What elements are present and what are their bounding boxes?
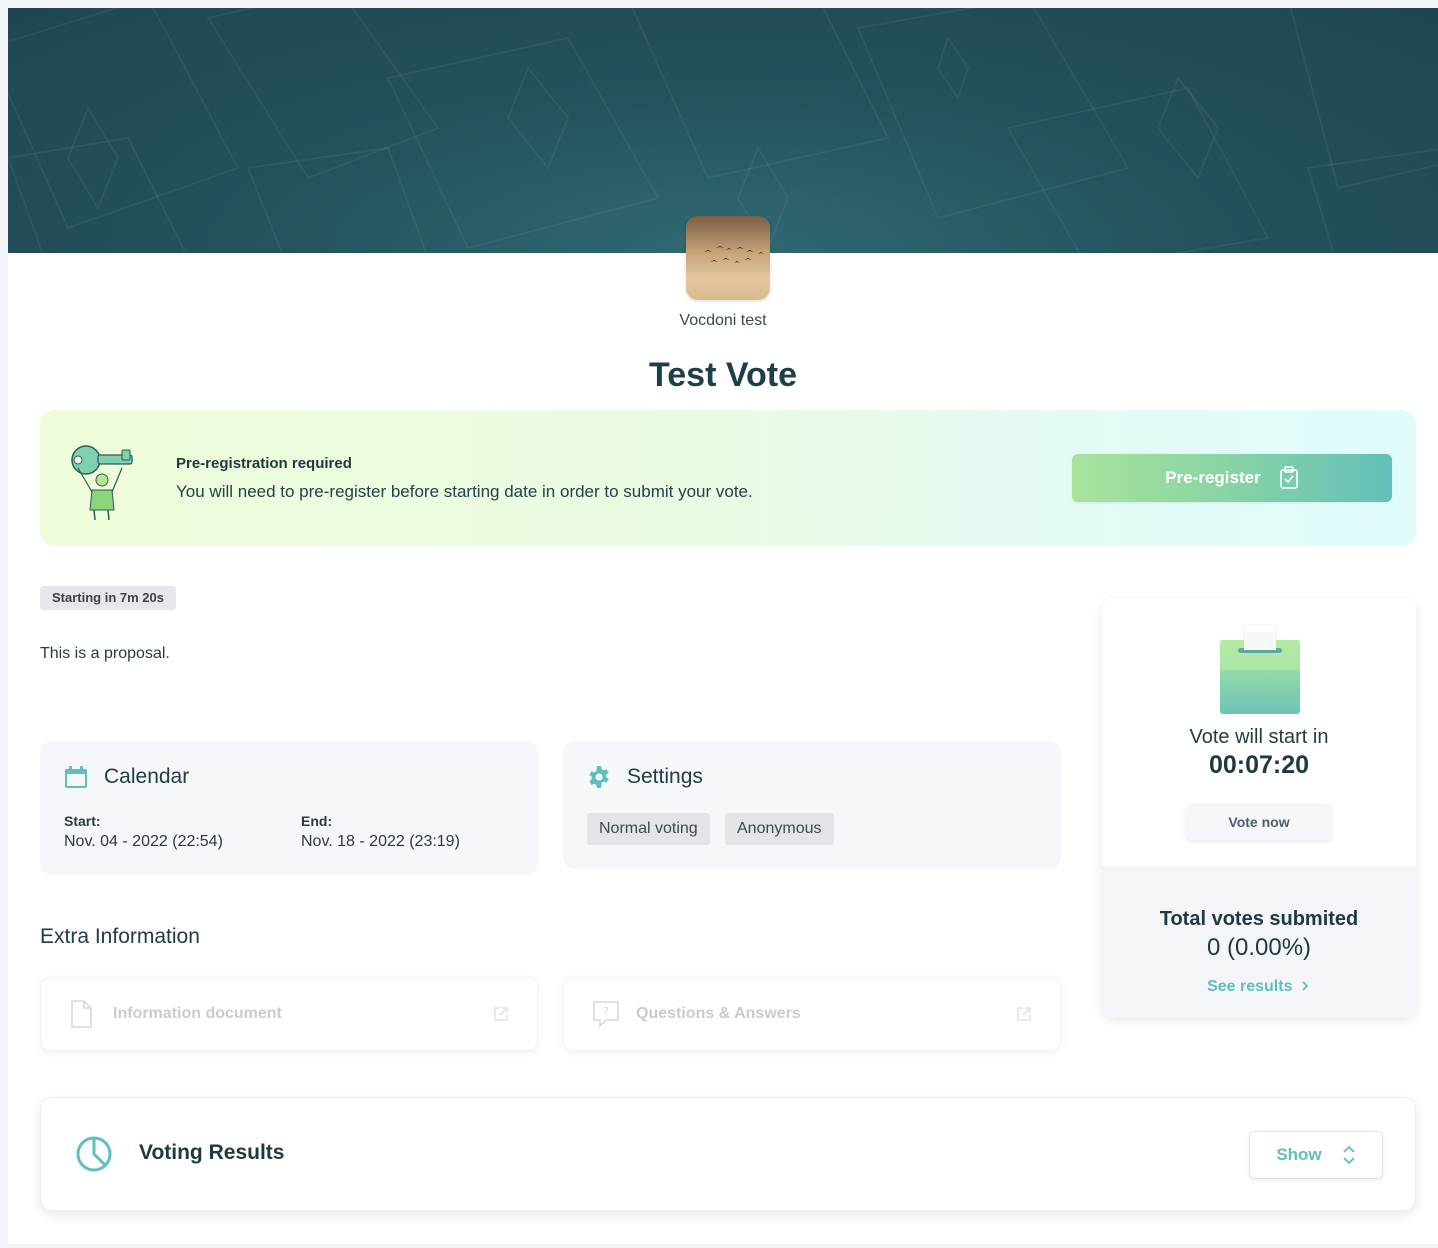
see-results-link[interactable]: See results — [1102, 978, 1416, 996]
see-results-label: See results — [1207, 978, 1293, 995]
settings-card: Settings Normal voting Anonymous — [563, 741, 1061, 869]
end-label: End: — [301, 813, 333, 829]
external-link-icon — [494, 1007, 508, 1021]
clock-pie-icon — [76, 1136, 112, 1172]
vote-totals-section: Total votes submited 0 (0.00%) See resul… — [1102, 866, 1416, 1018]
question-bubble-icon: ? — [593, 1001, 619, 1028]
birds-image — [704, 246, 764, 263]
ballot-box-icon — [1220, 624, 1300, 714]
extra-information-title: Extra Information — [40, 925, 200, 948]
total-votes-title: Total votes submited — [1159, 908, 1359, 930]
show-label: Show — [1276, 1145, 1322, 1164]
questions-answers-link[interactable]: ? Questions & Answers — [563, 977, 1061, 1051]
organization-name[interactable]: Vocdoni test — [8, 312, 1438, 330]
prereg-title: Pre-registration required — [176, 455, 352, 472]
vote-now-button[interactable]: Vote now — [1186, 804, 1332, 840]
tag-normal-voting: Normal voting — [587, 813, 710, 845]
clipboard-check-icon — [1279, 466, 1298, 489]
calendar-icon — [65, 766, 87, 788]
vote-sidebar-card: Vote will start in 00:07:20 Vote now Tot… — [1102, 598, 1416, 1018]
end-date: Nov. 18 - 2022 (23:19) — [301, 833, 460, 850]
prereg-text: You will need to pre-register before sta… — [176, 482, 753, 501]
process-title: Test Vote — [649, 356, 797, 394]
gear-icon — [589, 766, 609, 788]
tag-anonymous: Anonymous — [725, 813, 834, 845]
information-document-label: Information document — [113, 1005, 282, 1022]
start-label: Start: — [64, 813, 101, 829]
calendar-title: Calendar — [104, 765, 190, 788]
preregistration-banner: Pre-registration required You will need … — [40, 410, 1416, 546]
information-document-link[interactable]: Information document — [40, 977, 538, 1051]
pre-register-button[interactable]: Pre-register — [1072, 454, 1392, 502]
total-votes-value: 0 (0.00%) — [1206, 934, 1312, 961]
countdown: 00:07:20 — [1208, 751, 1310, 779]
start-date: Nov. 04 - 2022 (22:54) — [64, 833, 223, 850]
chevron-right-icon — [1302, 981, 1309, 991]
vote-start-text: Vote will start in — [1189, 726, 1329, 748]
document-icon — [71, 1000, 92, 1028]
page: Vocdoni test Test Vote Pre-registration … — [8, 8, 1438, 1244]
organization-avatar — [686, 216, 770, 300]
voting-results-panel: Voting Results Show — [40, 1097, 1416, 1211]
external-link-icon — [1017, 1007, 1031, 1021]
settings-title: Settings — [627, 765, 703, 788]
chevron-up-down-icon — [1343, 1145, 1355, 1165]
voting-results-title: Voting Results — [139, 1141, 285, 1164]
show-results-button[interactable]: Show — [1249, 1131, 1383, 1179]
questions-answers-label: Questions & Answers — [636, 1005, 801, 1022]
proposal-description: This is a proposal. — [40, 645, 170, 662]
key-person-illustration — [71, 445, 133, 521]
pre-register-label: Pre-register — [1165, 468, 1261, 487]
status-badge: Starting in 7m 20s — [40, 586, 176, 610]
svg-text:?: ? — [603, 1005, 609, 1018]
calendar-card: Calendar Start: Nov. 04 - 2022 (22:54) E… — [40, 741, 538, 875]
